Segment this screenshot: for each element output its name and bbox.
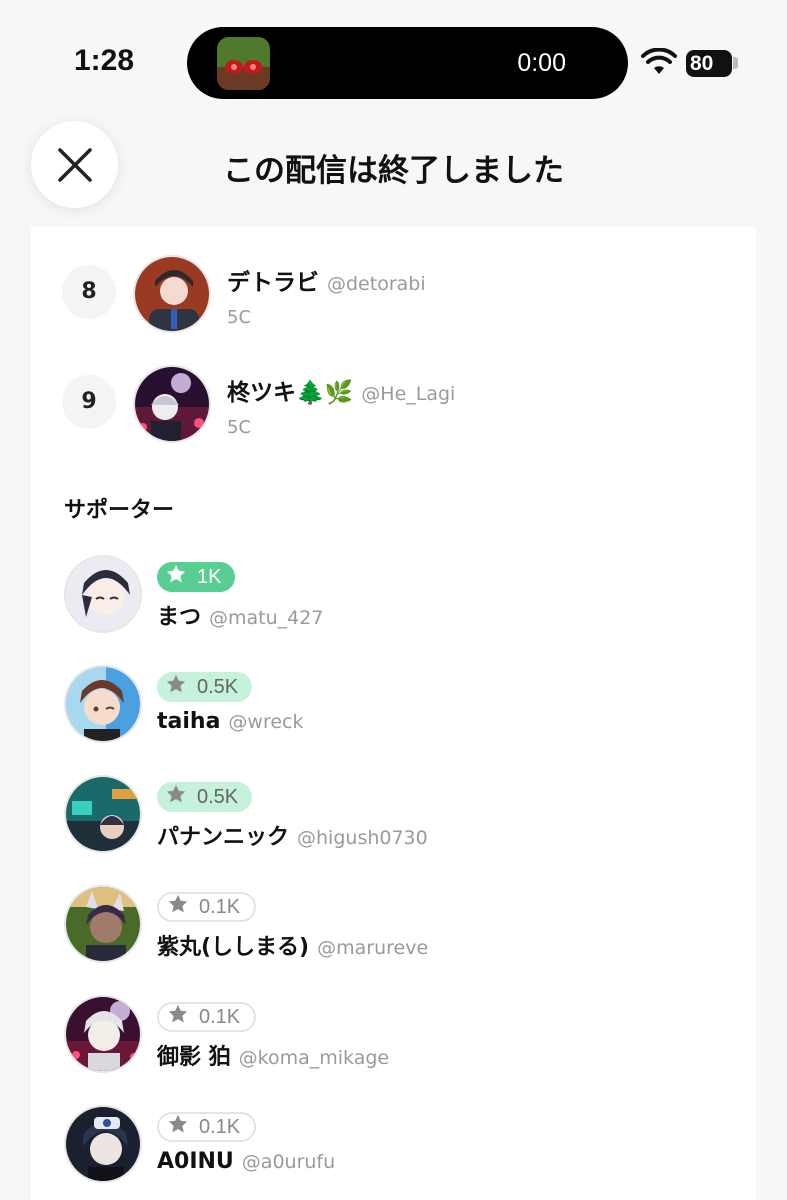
supporter-row[interactable]: 0.1K 御影 狛 @koma_mikage <box>31 995 756 1105</box>
display-name: 御影 狛 <box>157 1045 231 1070</box>
results-card: 8 デトラビ @detorabi 5C 9 柊ツキ🌲🌿 @He_Lagi 5C … <box>31 227 756 1200</box>
rank-number: 8 <box>62 265 116 319</box>
user-handle: @He_Lagi <box>361 383 456 405</box>
user-handle: @a0urufu <box>241 1151 336 1173</box>
supporter-name: 御影 狛 @koma_mikage <box>157 1039 389 1071</box>
display-name: taiha <box>157 709 221 734</box>
avatar[interactable] <box>64 995 142 1073</box>
avatar[interactable] <box>64 885 142 963</box>
ranking-score: 5C <box>227 307 252 328</box>
star-icon <box>165 563 187 591</box>
support-amount: 0.5K <box>197 785 239 808</box>
live-activity-timer: 0:00 <box>517 49 566 77</box>
display-name: 紫丸(ししまる) <box>157 935 310 960</box>
wifi-icon <box>641 47 677 80</box>
support-amount: 1K <box>197 565 222 588</box>
supporters-heading: サポーター <box>64 498 175 523</box>
user-handle: @higush0730 <box>297 827 428 849</box>
support-amount: 0.1K <box>199 1115 241 1138</box>
supporter-name: パナンニック @higush0730 <box>157 819 428 851</box>
supporter-name: taiha @wreck <box>157 709 304 734</box>
ranking-row[interactable]: 8 デトラビ @detorabi 5C <box>31 245 756 335</box>
user-handle: @matu_427 <box>209 607 324 629</box>
star-icon <box>167 1003 189 1031</box>
status-bar: 1:28 0:00 80 <box>0 0 787 120</box>
star-icon <box>167 1113 189 1141</box>
display-name: デトラビ <box>227 270 319 296</box>
user-handle: @wreck <box>228 711 304 733</box>
avatar[interactable] <box>133 255 211 333</box>
ranking-score: 5C <box>227 417 252 438</box>
support-amount-badge: 0.1K <box>157 1002 257 1032</box>
display-name: まつ <box>157 605 202 630</box>
ranking-name: デトラビ @detorabi <box>227 263 426 297</box>
avatar[interactable] <box>64 775 142 853</box>
stream-ended-screen: 1:28 0:00 80 この配信は終了しました 8 デトラビ @detorab… <box>0 0 787 1200</box>
support-amount: 0.1K <box>199 895 241 918</box>
supporter-row[interactable]: 0.1K A0INU @a0urufu <box>31 1105 756 1200</box>
supporter-name: 紫丸(ししまる) @marureve <box>157 929 428 961</box>
support-amount-badge: 0.5K <box>157 672 253 702</box>
avatar[interactable] <box>64 1105 142 1183</box>
supporter-row[interactable]: 0.5K taiha @wreck <box>31 665 756 775</box>
user-handle: @detorabi <box>327 273 426 295</box>
supporter-name: まつ @matu_427 <box>157 599 323 631</box>
status-time: 1:28 <box>74 44 135 77</box>
page-title: この配信は終了しました <box>223 153 564 189</box>
supporter-row[interactable]: 0.1K 紫丸(ししまる) @marureve <box>31 885 756 995</box>
support-amount-badge: 0.1K <box>157 892 257 922</box>
star-icon <box>165 673 187 701</box>
avatar[interactable] <box>133 365 211 443</box>
support-amount-badge: 0.1K <box>157 1112 257 1142</box>
ranking-row[interactable]: 9 柊ツキ🌲🌿 @He_Lagi 5C <box>31 355 756 445</box>
ranking-name: 柊ツキ🌲🌿 @He_Lagi <box>227 373 455 407</box>
avatar[interactable] <box>64 555 142 633</box>
support-amount-badge: 0.5K <box>157 782 253 812</box>
battery-level: 80 <box>690 52 714 75</box>
battery-cap <box>733 57 738 69</box>
user-handle: @marureve <box>317 937 429 959</box>
support-amount-badge: 1K <box>157 562 236 592</box>
battery-icon: 80 <box>686 50 732 77</box>
dynamic-island[interactable]: 0:00 <box>187 27 628 99</box>
support-amount: 0.1K <box>199 1005 241 1028</box>
display-name: A0INU <box>157 1149 234 1174</box>
display-name: 柊ツキ🌲🌿 <box>227 380 354 406</box>
rank-number: 9 <box>62 375 116 429</box>
display-name: パナンニック <box>157 825 290 850</box>
avatar[interactable] <box>64 665 142 743</box>
star-icon <box>165 783 187 811</box>
supporter-row[interactable]: 0.5K パナンニック @higush0730 <box>31 775 756 885</box>
supporter-row[interactable]: 1K まつ @matu_427 <box>31 555 756 665</box>
support-amount: 0.5K <box>197 675 239 698</box>
supporter-name: A0INU @a0urufu <box>157 1149 335 1174</box>
star-icon <box>167 893 189 921</box>
app-icon <box>217 37 270 90</box>
user-handle: @koma_mikage <box>238 1047 390 1069</box>
